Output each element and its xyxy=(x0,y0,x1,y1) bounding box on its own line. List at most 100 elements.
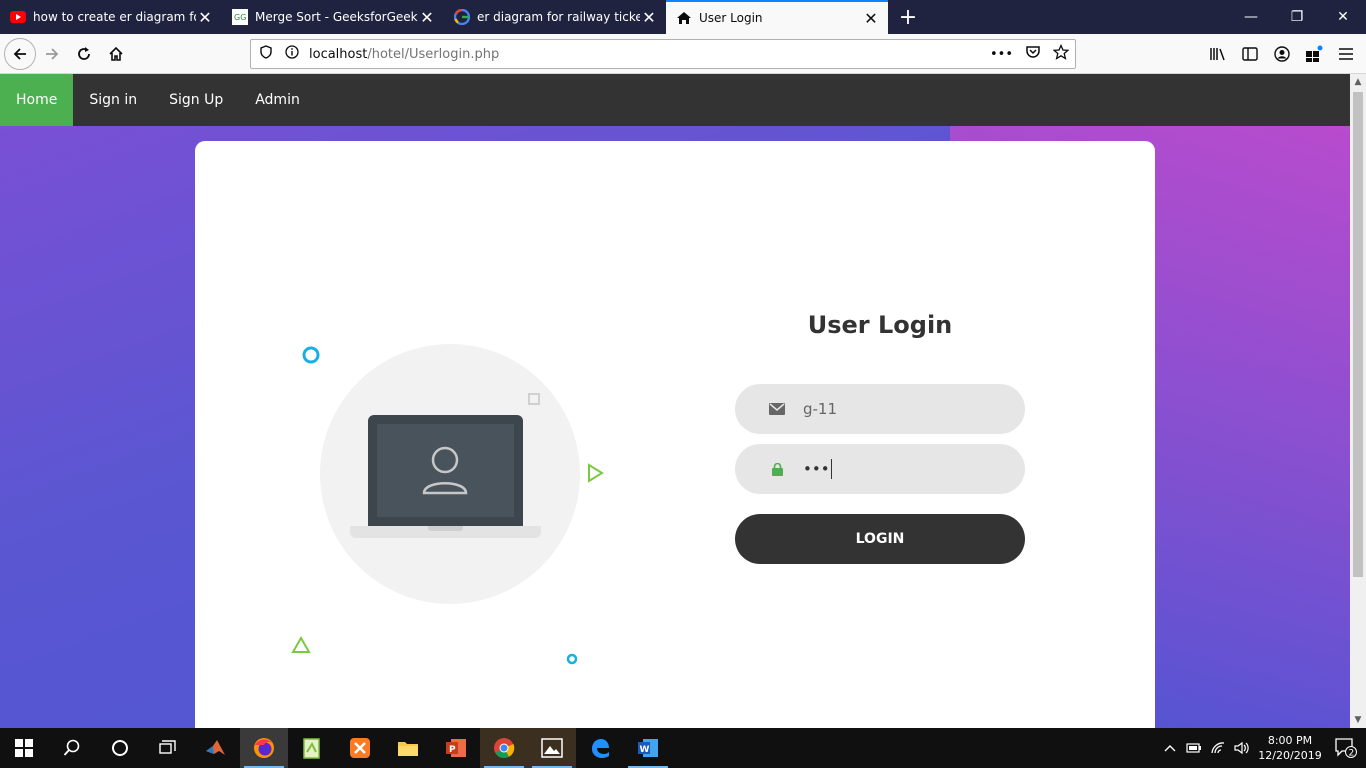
account-icon[interactable] xyxy=(1272,38,1292,70)
scroll-down-icon[interactable]: ▼ xyxy=(1350,712,1366,728)
taskbar-powerpoint[interactable]: P xyxy=(432,728,480,768)
login-button[interactable]: LOGIN xyxy=(735,514,1025,564)
lock-icon xyxy=(769,462,785,476)
taskbar-chrome[interactable] xyxy=(480,728,528,768)
scrollbar-thumb[interactable] xyxy=(1353,92,1363,577)
close-tab-icon[interactable]: ✕ xyxy=(862,9,880,28)
taskbar-xampp[interactable] xyxy=(336,728,384,768)
nav-admin-link[interactable]: Admin xyxy=(239,74,316,126)
tab-youtube[interactable]: how to create er diagram for tr ✕ xyxy=(0,0,222,34)
menu-hamburger-icon[interactable] xyxy=(1336,38,1356,70)
nav-signin-link[interactable]: Sign in xyxy=(73,74,153,126)
notification-count: 2 xyxy=(1349,749,1355,759)
laptop-icon xyxy=(368,415,523,526)
geeksforgeeks-icon: GG xyxy=(232,9,248,25)
youtube-icon xyxy=(10,9,26,25)
taskbar-edge[interactable] xyxy=(576,728,624,768)
login-card: User Login g-11 ••• LOGIN xyxy=(195,141,1155,728)
password-field[interactable]: ••• xyxy=(735,444,1025,494)
matlab-icon xyxy=(206,740,225,755)
clock-date: 12/20/2019 xyxy=(1258,749,1322,762)
action-center-button[interactable]: 2 xyxy=(1326,738,1366,758)
volume-icon[interactable] xyxy=(1230,741,1254,755)
taskbar-file-explorer[interactable] xyxy=(384,728,432,768)
xampp-icon xyxy=(350,738,370,758)
laptop-base xyxy=(350,526,541,538)
close-tab-icon[interactable]: ✕ xyxy=(640,8,658,27)
battery-icon[interactable] xyxy=(1182,743,1206,753)
chrome-icon xyxy=(494,738,515,758)
forward-button[interactable] xyxy=(36,38,68,70)
cortana-button[interactable] xyxy=(96,728,144,768)
cortana-circle-icon xyxy=(112,740,128,756)
login-illustration xyxy=(291,311,625,665)
login-title: User Login xyxy=(807,311,953,339)
task-view-icon xyxy=(159,740,176,754)
minimize-icon[interactable]: — xyxy=(1228,0,1274,34)
square-decoration-icon xyxy=(528,393,540,405)
restore-icon[interactable]: ❐ xyxy=(1274,0,1320,34)
envelope-icon xyxy=(769,403,785,415)
url-path: /hotel/Userlogin.php xyxy=(367,46,500,62)
page-viewport: Home Sign in Sign Up Admin User Login g-… xyxy=(0,74,1350,728)
svg-text:W: W xyxy=(640,745,650,755)
login-form: User Login g-11 ••• LOGIN xyxy=(735,311,1025,564)
taskbar-clock[interactable]: 8:00 PM 12/20/2019 xyxy=(1254,733,1326,763)
text-cursor xyxy=(830,459,832,479)
password-value: ••• xyxy=(803,460,830,478)
tab-user-login[interactable]: User Login ✕ xyxy=(666,0,888,34)
taskbar-notepadpp[interactable] xyxy=(288,728,336,768)
nav-home-link[interactable]: Home xyxy=(0,74,74,126)
windows-logo-icon xyxy=(15,739,33,757)
wifi-icon[interactable] xyxy=(1206,741,1230,755)
close-tab-icon[interactable]: ✕ xyxy=(418,8,436,27)
start-button[interactable] xyxy=(0,728,48,768)
tab-label: Merge Sort - GeeksforGeeks xyxy=(255,10,418,24)
taskbar-firefox[interactable] xyxy=(240,728,288,768)
bookmark-star-icon[interactable] xyxy=(1052,43,1070,64)
scroll-up-icon[interactable]: ▲ xyxy=(1350,74,1366,90)
extensions-icon[interactable] xyxy=(1304,38,1324,70)
folder-icon xyxy=(398,742,418,756)
reload-button[interactable] xyxy=(68,38,100,70)
tab-google[interactable]: er diagram for railway ticket bo ✕ xyxy=(444,0,666,34)
photos-icon xyxy=(541,738,563,758)
taskbar-photos[interactable] xyxy=(528,728,576,768)
search-icon xyxy=(63,739,80,756)
firefox-icon xyxy=(254,738,274,758)
username-field[interactable]: g-11 xyxy=(735,384,1025,434)
window-controls: — ❐ ✕ xyxy=(1228,0,1366,34)
tab-label: User Login xyxy=(699,11,763,25)
browser-tab-strip: how to create er diagram for tr ✕ GG Mer… xyxy=(0,0,1366,34)
search-button[interactable] xyxy=(48,728,96,768)
clock-time: 8:00 PM xyxy=(1267,734,1313,747)
nav-signup-link[interactable]: Sign Up xyxy=(153,74,239,126)
show-hidden-icons-icon[interactable] xyxy=(1158,744,1182,752)
play-triangle-decoration-icon xyxy=(588,463,604,483)
triangle-decoration-icon xyxy=(291,636,311,653)
shield-icon[interactable] xyxy=(259,45,273,63)
notepad-plus-plus-icon xyxy=(303,738,320,759)
taskbar-matlab[interactable] xyxy=(192,728,240,768)
sidebar-icon[interactable] xyxy=(1240,38,1260,70)
taskbar-word[interactable]: W xyxy=(624,728,672,768)
tab-geeksforgeeks[interactable]: GG Merge Sort - GeeksforGeeks ✕ xyxy=(222,0,444,34)
back-button[interactable] xyxy=(4,37,36,70)
url-bar[interactable]: localhost/hotel/Userlogin.php ••• xyxy=(250,39,1076,69)
task-view-button[interactable] xyxy=(144,728,192,768)
google-icon xyxy=(454,9,470,25)
tab-label: er diagram for railway ticket bo xyxy=(477,10,640,24)
pocket-icon[interactable] xyxy=(1025,44,1041,64)
page-scrollbar[interactable]: ▲ ▼ xyxy=(1350,74,1366,728)
page-actions-icon[interactable]: ••• xyxy=(990,47,1013,62)
library-icon[interactable] xyxy=(1208,38,1228,70)
arrow-left-icon xyxy=(13,47,26,60)
close-window-icon[interactable]: ✕ xyxy=(1320,0,1366,34)
user-icon xyxy=(422,446,468,495)
new-tab-button[interactable]: + xyxy=(888,0,928,34)
info-icon[interactable] xyxy=(285,45,299,63)
close-tab-icon[interactable]: ✕ xyxy=(196,8,214,27)
home-button[interactable] xyxy=(100,38,132,70)
word-icon: W xyxy=(638,739,658,757)
username-value: g-11 xyxy=(803,400,838,418)
